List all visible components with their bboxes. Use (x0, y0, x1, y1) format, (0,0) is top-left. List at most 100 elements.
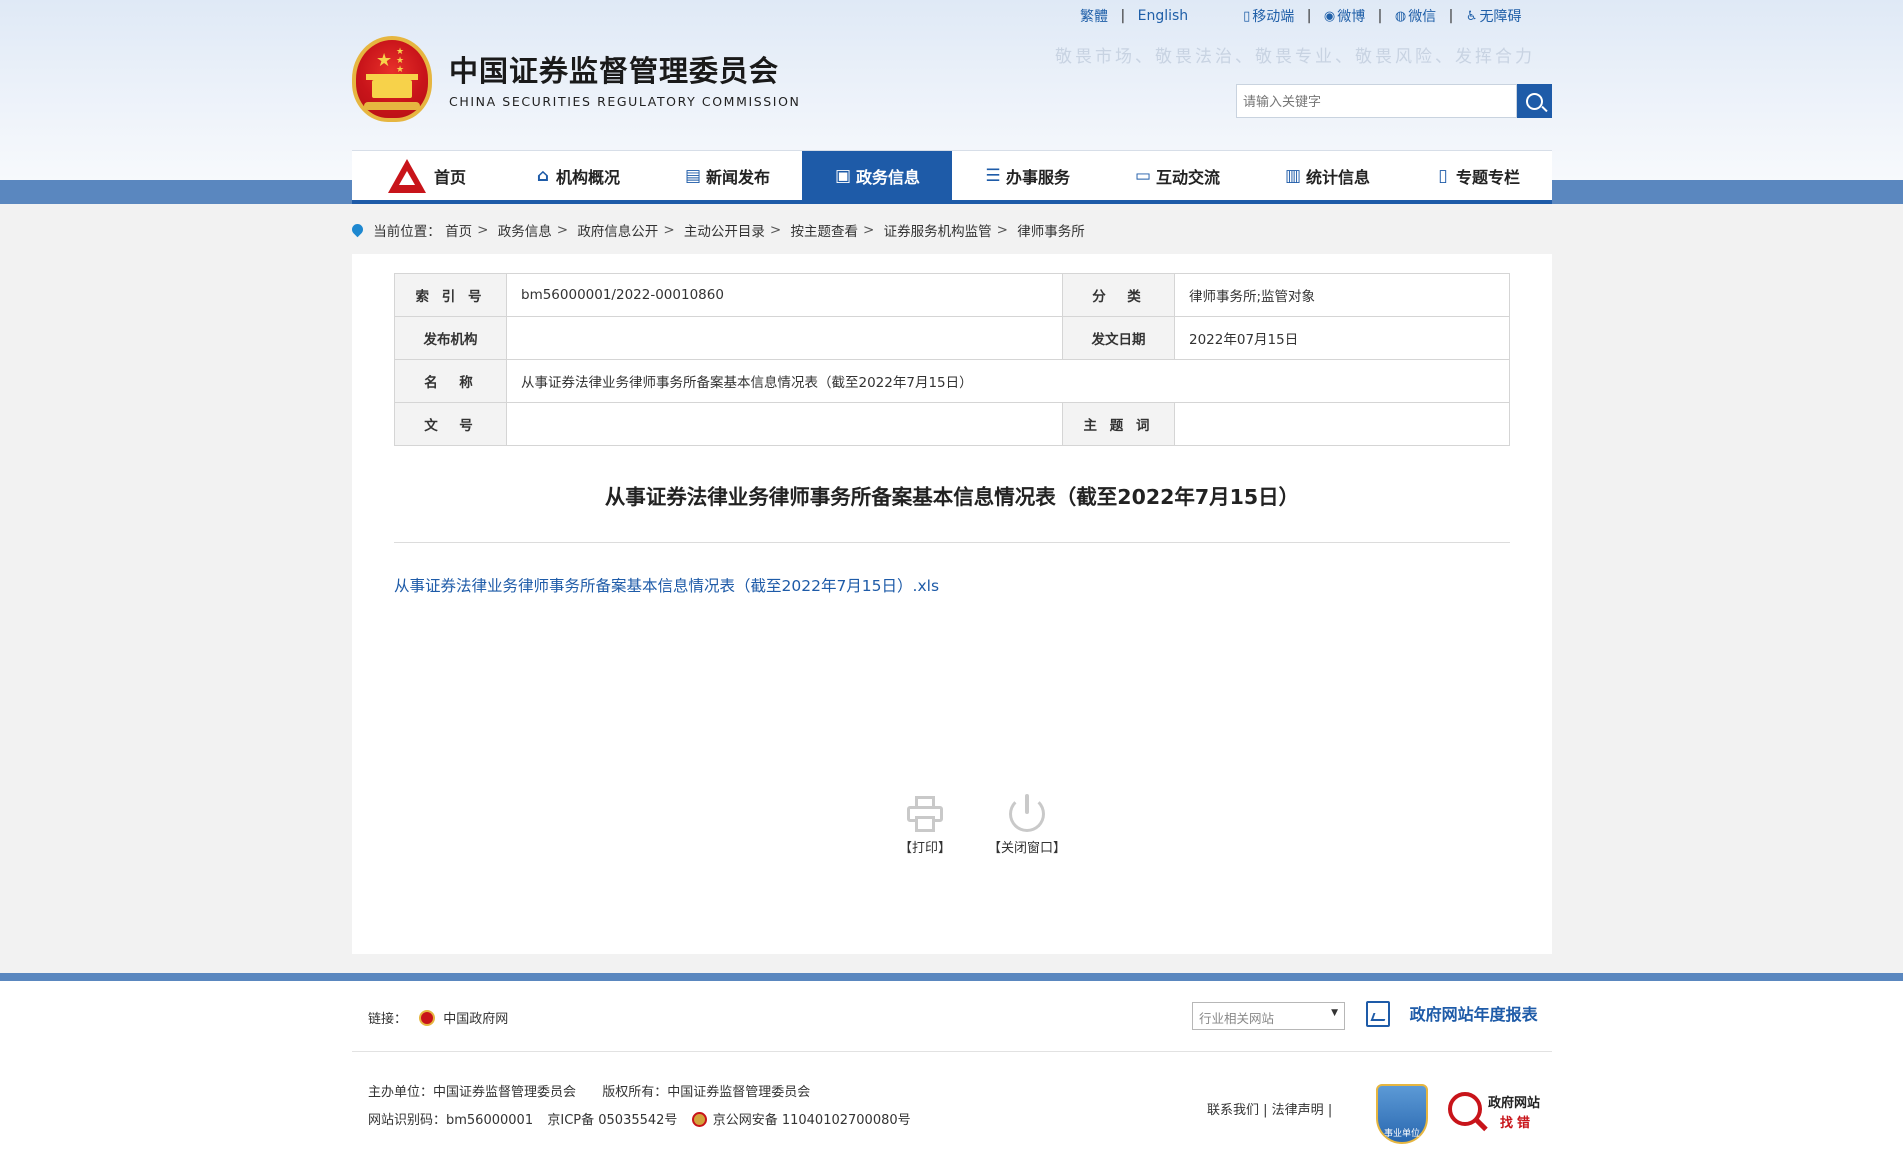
chat-icon: ▭ (1134, 166, 1152, 186)
content-panel: 索 引 号 bm56000001/2022-00010860 分 类 律师事务所… (352, 254, 1552, 954)
nav-label: 政务信息 (855, 168, 920, 187)
footer-registration-info: 网站识别码：bm56000001 京ICP备 05035542号 京公网安备 1… (368, 1109, 911, 1128)
annual-report-label: 政府网站年度报表 (1409, 1005, 1538, 1024)
nav-label: 专题专栏 (1455, 168, 1520, 187)
site-name-cn: 中国证券监督管理委员会 (449, 54, 780, 88)
news-icon: ▤ (684, 166, 702, 186)
weibo-icon: ◉ (1323, 8, 1336, 24)
page-tools: 【打印】 【关闭窗口】 (892, 794, 1092, 864)
docno-label: 文 号 (394, 402, 507, 446)
legal-link[interactable]: 法律声明 (1272, 1103, 1324, 1118)
document-icon: ▯ (1438, 166, 1448, 186)
breadcrumb-item[interactable]: 律师事务所 (1017, 224, 1085, 240)
main-nav: 首页 ⌂ 机构概况 ▤ 新闻发布 ▣ 政务信息 ☰ 办事服务 ▭ 互动交流 ▥ … (352, 150, 1552, 204)
nav-item-topics[interactable]: ▯ 专题专栏 (1402, 151, 1552, 201)
printer-icon (905, 794, 945, 834)
national-emblem-icon: ★ ★ ★ ★ (352, 36, 432, 122)
contact-link[interactable]: 联系我们 (1207, 1103, 1259, 1118)
title-divider (394, 542, 1510, 543)
site-name-en: CHINA SECURITIES REGULATORY COMMISSION (449, 94, 801, 109)
publisher-label: 发布机构 (394, 316, 507, 360)
breadcrumb-item[interactable]: 政务信息 (498, 224, 552, 240)
breadcrumb-item[interactable]: 首页 (445, 224, 472, 240)
breadcrumb-item[interactable]: 政府信息公开 (577, 224, 658, 240)
police-badge-icon (691, 1112, 707, 1127)
location-pin-icon (349, 221, 366, 238)
close-window-button[interactable]: 【关闭窗口】 (982, 794, 1072, 856)
breadcrumb-item[interactable]: 主动公开目录 (684, 224, 765, 240)
nav-item-statistics[interactable]: ▥ 统计信息 (1252, 151, 1402, 201)
traditional-chinese-link[interactable]: 繁體 (1080, 6, 1108, 26)
accessibility-link[interactable]: 无障碍 (1479, 6, 1521, 26)
nav-item-organization[interactable]: ⌂ 机构概况 (502, 151, 652, 201)
close-label: 【关闭窗口】 (987, 841, 1066, 856)
print-button[interactable]: 【打印】 (880, 794, 970, 856)
host-text: 主办单位：中国证券监督管理委员会 (368, 1085, 577, 1100)
document-title: 从事证券法律业务律师事务所备案基本信息情况表（截至2022年7月15日） (604, 485, 1300, 509)
institution-badge[interactable]: 事业单位 (1376, 1084, 1428, 1144)
nav-label: 统计信息 (1305, 168, 1370, 187)
print-label: 【打印】 (898, 841, 951, 856)
nav-label: 机构概况 (555, 168, 620, 187)
dropdown-caret-icon: ▼ (1331, 1008, 1338, 1018)
category-value: 律师事务所;监管对象 (1174, 273, 1510, 317)
annual-report-link[interactable]: 政府网站年度报表 (1366, 1001, 1538, 1027)
building-icon: ⌂ (536, 166, 550, 186)
nav-label: 办事服务 (1005, 168, 1070, 187)
footer-divider (352, 1051, 1552, 1052)
search-input[interactable] (1236, 84, 1517, 118)
footer-links: 链接： 中国政府网 (368, 1008, 508, 1027)
footer-band (0, 973, 1903, 981)
mobile-link[interactable]: 移动端 (1252, 6, 1294, 26)
nav-item-interaction[interactable]: ▭ 互动交流 (1102, 151, 1252, 201)
search-button[interactable] (1517, 84, 1552, 118)
index-value: bm56000001/2022-00010860 (506, 273, 1063, 317)
nav-item-services[interactable]: ☰ 办事服务 (952, 151, 1102, 201)
related-sites-select[interactable]: 行业相关网站 ▼ (1192, 1002, 1345, 1030)
search-icon (1526, 92, 1543, 110)
breadcrumb: 当前位置： 首页 > 政务信息 > 政府信息公开 > 主动公开目录 > 按主题查看 > 证… (349, 220, 1085, 240)
english-link[interactable]: English (1138, 8, 1189, 24)
attachment-link[interactable]: 从事证券法律业务律师事务所备案基本信息情况表（截至2022年7月15日）.xls (394, 574, 939, 596)
search-box (1236, 84, 1552, 118)
category-label: 分 类 (1062, 273, 1175, 317)
power-icon (1007, 794, 1047, 834)
error-badge-line2: 找错 (1500, 1116, 1535, 1131)
copyright-text: 版权所有：中国证券监督管理委员会 (602, 1085, 811, 1100)
keywords-value (1174, 402, 1510, 446)
national-emblem-icon (419, 1010, 436, 1026)
publisher-value (506, 316, 1063, 360)
nav-label: 互动交流 (1155, 168, 1220, 187)
weibo-link[interactable]: 微博 (1337, 6, 1365, 26)
magnifier-icon (1448, 1092, 1482, 1126)
wechat-icon: ◍ (1394, 8, 1407, 24)
error-badge-line1: 政府网站 (1488, 1096, 1541, 1111)
nav-label: 首页 (433, 168, 466, 187)
keywords-label: 主 题 词 (1062, 402, 1175, 446)
nav-item-government-info[interactable]: ▣ 政务信息 (802, 151, 952, 201)
breadcrumb-item[interactable]: 证券服务机构监管 (884, 224, 992, 240)
related-sites-value: 行业相关网站 (1199, 1011, 1275, 1026)
gov-link[interactable]: 中国政府网 (443, 1012, 508, 1027)
name-value: 从事证券法律业务律师事务所备案基本信息情况表（截至2022年7月15日） (506, 359, 1510, 403)
monitor-icon: ▣ (834, 166, 852, 186)
accessibility-icon: ♿ (1465, 8, 1478, 24)
service-icon: ☰ (985, 166, 1001, 186)
docno-value (506, 402, 1063, 446)
breadcrumb-item[interactable]: 按主题查看 (791, 224, 859, 240)
document-metadata-table: 索 引 号 bm56000001/2022-00010860 分 类 律师事务所… (394, 273, 1510, 446)
site-logo[interactable]: ★ ★ ★ ★ 中国证券监督管理委员会 CHINA SECURITIES REGUL… (352, 36, 812, 126)
top-links: 繁體 | English ▯ 移动端 | ◉ 微博 | ◍ 微信 | ♿ 无障碍 (1080, 6, 1522, 26)
date-label: 发文日期 (1062, 316, 1175, 360)
icp-link[interactable]: 京ICP备 05035542号 (547, 1113, 677, 1128)
footer: 链接： 中国政府网 行业相关网站 ▼ 政府网站年度报表 主办单位：中国证券监督管… (0, 981, 1903, 1175)
wechat-link[interactable]: 微信 (1408, 6, 1436, 26)
nav-item-home[interactable]: 首页 (352, 151, 502, 201)
institution-badge-label: 事业单位 (1383, 1129, 1420, 1139)
date-value: 2022年07月15日 (1174, 316, 1510, 360)
police-link[interactable]: 京公网安备 11040102700080号 (713, 1113, 911, 1128)
csrc-logo-icon (387, 159, 426, 193)
gov-site-error-report-badge[interactable]: 政府网站 找错 (1448, 1086, 1548, 1134)
nav-item-news[interactable]: ▤ 新闻发布 (652, 151, 802, 201)
mobile-icon: ▯ (1243, 8, 1251, 24)
